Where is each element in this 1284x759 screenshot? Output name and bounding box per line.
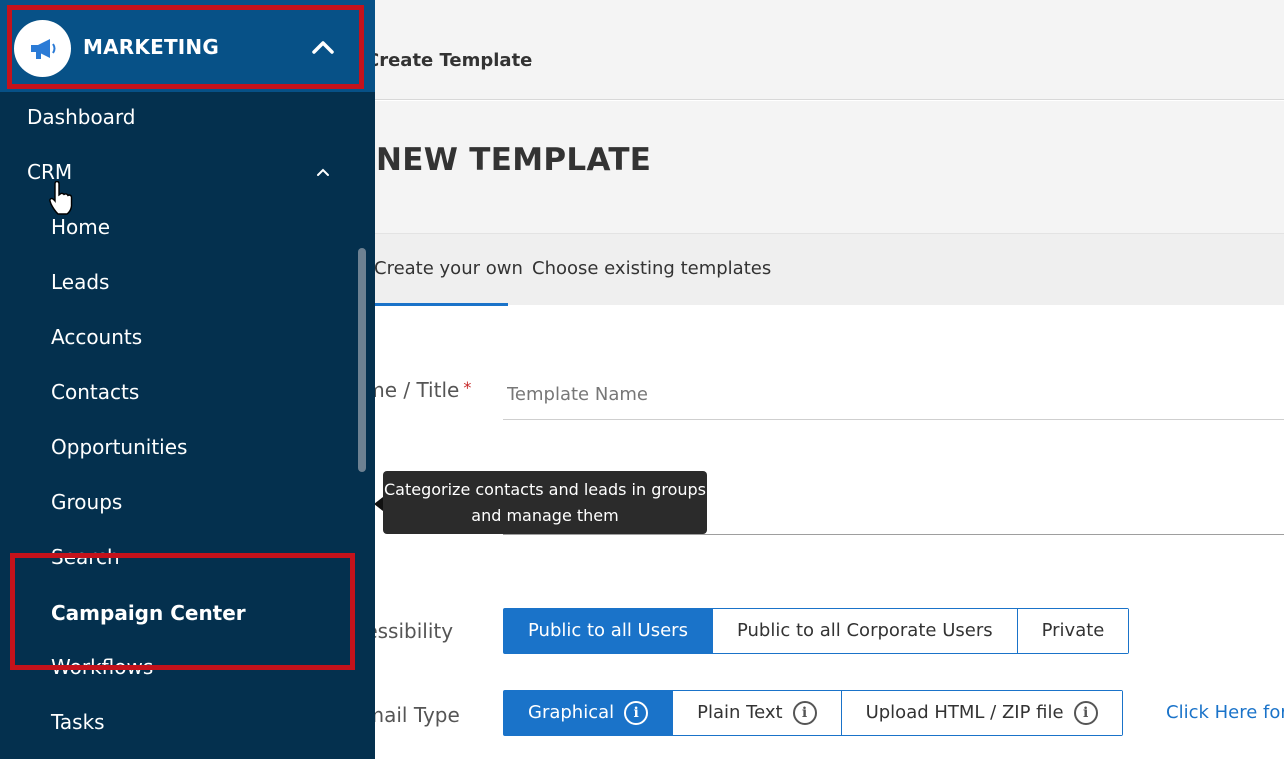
sidebar-item-workflows[interactable]: Workflows	[51, 655, 153, 679]
sidebar-item-search[interactable]: Search	[51, 545, 120, 569]
accessibility-segmented-control: Public to all Users Public to all Corpor…	[503, 608, 1130, 654]
email-type-upload-html-label: Upload HTML / ZIP file	[865, 702, 1064, 723]
megaphone-icon	[14, 20, 71, 77]
sidebar-scrollbar[interactable]	[358, 248, 366, 472]
sidebar-item-home[interactable]: Home	[51, 215, 110, 239]
sidebar-module-title: MARKETING	[83, 35, 219, 59]
required-mark: *	[463, 378, 472, 397]
accessibility-public-corporate-users[interactable]: Public to all Corporate Users	[712, 609, 1018, 653]
email-type-segmented-control: Graphical i Plain Text i Upload HTML / Z…	[503, 690, 1123, 736]
template-name-input[interactable]	[503, 370, 1284, 420]
hand-pointer-icon	[49, 181, 73, 215]
accessibility-private[interactable]: Private	[1017, 609, 1129, 653]
sidebar-item-dashboard[interactable]: Dashboard	[27, 105, 136, 129]
email-type-upload-html[interactable]: Upload HTML / ZIP file i	[841, 691, 1122, 735]
tab-choose-existing-templates[interactable]: Choose existing templates	[532, 234, 771, 306]
sidebar-item-campaign-center[interactable]: Campaign Center	[51, 601, 246, 625]
email-type-plain-text[interactable]: Plain Text i	[673, 691, 842, 735]
info-icon[interactable]: i	[1073, 701, 1098, 725]
description-field[interactable]	[503, 534, 1284, 535]
tooltip-arrow	[374, 497, 383, 511]
sidebar-item-contacts[interactable]: Contacts	[51, 380, 139, 404]
sidebar-header[interactable]: MARKETING	[0, 0, 375, 92]
page-title: NEW TEMPLATE	[376, 142, 652, 178]
info-icon[interactable]: i	[792, 701, 817, 725]
sidebar-item-tasks[interactable]: Tasks	[51, 710, 105, 734]
sidebar-item-groups[interactable]: Groups	[51, 490, 122, 514]
click-here-link[interactable]: Click Here for	[1166, 702, 1284, 723]
sidebar-item-leads[interactable]: Leads	[51, 270, 109, 294]
breadcrumb-current: Create Template	[366, 50, 533, 71]
email-type-plain-text-label: Plain Text	[697, 702, 783, 723]
tab-create-your-own[interactable]: Create your own	[366, 234, 523, 306]
info-icon[interactable]: i	[624, 701, 649, 725]
groups-tooltip: Categorize contacts and leads in groups …	[383, 471, 707, 534]
email-type-graphical[interactable]: Graphical i	[504, 691, 674, 735]
sidebar: MARKETING Dashboard CRM Home Leads Accou…	[0, 0, 375, 759]
chevron-up-icon[interactable]	[309, 33, 337, 61]
accessibility-public-all-users[interactable]: Public to all Users	[504, 609, 713, 653]
chevron-up-icon[interactable]	[315, 165, 331, 179]
sidebar-item-opportunities[interactable]: Opportunities	[51, 435, 187, 459]
email-type-graphical-label: Graphical	[528, 702, 615, 723]
sidebar-item-accounts[interactable]: Accounts	[51, 325, 142, 349]
